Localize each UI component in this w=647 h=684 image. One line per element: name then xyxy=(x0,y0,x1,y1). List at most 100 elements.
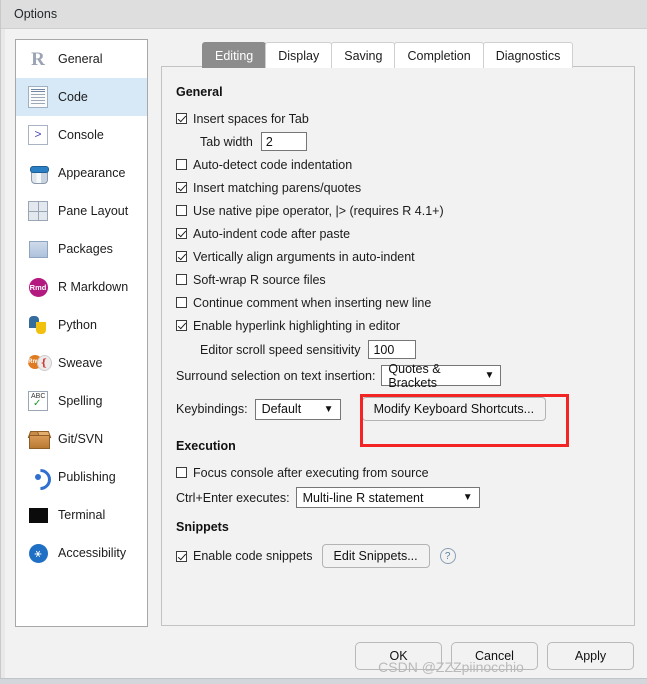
continue-comment-row[interactable]: Continue comment when inserting new line xyxy=(176,292,620,313)
soft-wrap-r-source-checkbox[interactable] xyxy=(176,274,187,285)
sidebar-item-label: Spelling xyxy=(58,394,103,408)
surround-selection-row[interactable]: Surround selection on text insertion: Qu… xyxy=(176,362,620,390)
sidebar-item-publishing[interactable]: Publishing xyxy=(16,458,147,496)
vertically-align-arguments-row[interactable]: Vertically align arguments in auto-inden… xyxy=(176,246,620,267)
keybindings-dropdown[interactable]: Default ▼ xyxy=(254,398,341,420)
enable-code-snippets-row[interactable]: Enable code snippets Edit Snippets... ? xyxy=(176,543,620,569)
git-box-icon xyxy=(27,428,51,450)
sidebar-item-git-svn[interactable]: Git/SVN xyxy=(16,420,147,458)
sidebar-item-label: Publishing xyxy=(58,470,116,484)
editor-scroll-speed-row[interactable]: Editor scroll speed sensitivity 100 xyxy=(176,339,620,360)
os-taskbar xyxy=(0,678,647,684)
sidebar-item-console[interactable]: > Console xyxy=(16,116,147,154)
sidebar-item-appearance[interactable]: Appearance xyxy=(16,154,147,192)
ctrl-enter-executes-label: Ctrl+Enter executes: xyxy=(176,490,290,505)
sidebar-item-packages[interactable]: Packages xyxy=(16,230,147,268)
sidebar-item-label: General xyxy=(58,52,103,66)
insert-spaces-for-tab-checkbox[interactable] xyxy=(176,113,187,124)
insert-matching-parens-checkbox[interactable] xyxy=(176,182,187,193)
dialog-title: Options xyxy=(14,7,58,21)
sidebar-item-label: R Markdown xyxy=(58,280,129,294)
cancel-button[interactable]: Cancel xyxy=(451,642,538,670)
sidebar-item-r-markdown[interactable]: Rmd R Markdown xyxy=(16,268,147,306)
tab-saving[interactable]: Saving xyxy=(331,42,396,68)
package-box-icon xyxy=(27,238,49,260)
chevron-down-icon: ▼ xyxy=(323,403,334,415)
auto-detect-indentation-checkbox[interactable] xyxy=(176,159,187,170)
general-section-heading: General xyxy=(176,85,223,99)
apply-button[interactable]: Apply xyxy=(547,642,634,670)
vertically-align-arguments-checkbox[interactable] xyxy=(176,251,187,262)
tab-width-input[interactable]: 2 xyxy=(260,132,307,151)
dialog-title-bar: Options xyxy=(1,0,647,29)
ok-button[interactable]: OK xyxy=(355,642,442,670)
sidebar-item-label: Console xyxy=(58,128,104,142)
sidebar-item-sweave[interactable]: Rnw ❴ Sweave xyxy=(16,344,147,382)
auto-indent-after-paste-checkbox[interactable] xyxy=(176,228,187,239)
sidebar-item-label: Packages xyxy=(58,242,113,256)
ctrl-enter-executes-dropdown[interactable]: Multi-line R statement ▼ xyxy=(295,487,480,508)
tab-width-row[interactable]: Tab width 2 xyxy=(176,131,620,152)
focus-console-checkbox[interactable] xyxy=(176,467,187,478)
focus-console-label: Focus console after executing from sourc… xyxy=(193,465,429,480)
sidebar-item-code[interactable]: Code xyxy=(16,78,147,116)
rmd-badge-icon: Rmd xyxy=(27,276,49,298)
accessibility-icon: ⚹ xyxy=(27,542,49,564)
modify-keyboard-shortcuts-button[interactable]: Modify Keyboard Shortcuts... xyxy=(361,397,547,421)
console-prompt-icon: > xyxy=(27,124,49,146)
keybindings-value: Default xyxy=(261,402,302,416)
editor-scroll-speed-input[interactable]: 100 xyxy=(368,340,417,359)
auto-indent-after-paste-label: Auto-indent code after paste xyxy=(193,226,351,241)
editing-options-panel: General Insert spaces for Tab Tab width … xyxy=(161,66,635,626)
sidebar-item-spelling[interactable]: ABC ✓ Spelling xyxy=(16,382,147,420)
tab-width-label: Tab width xyxy=(200,134,253,149)
enable-code-snippets-checkbox[interactable] xyxy=(176,550,187,562)
auto-detect-indentation-row[interactable]: Auto-detect code indentation xyxy=(176,154,620,175)
insert-matching-parens-label: Insert matching parens/quotes xyxy=(193,180,362,195)
insert-spaces-for-tab-row[interactable]: Insert spaces for Tab xyxy=(176,108,620,129)
continue-comment-checkbox[interactable] xyxy=(176,297,187,308)
tab-editing[interactable]: Editing xyxy=(202,42,267,68)
help-question-icon[interactable]: ? xyxy=(439,548,456,564)
tab-completion[interactable]: Completion xyxy=(394,42,484,68)
keybindings-row[interactable]: Keybindings: Default ▼ Modify Keyboard S… xyxy=(176,392,620,426)
tab-diagnostics[interactable]: Diagnostics xyxy=(482,42,574,68)
ctrl-enter-executes-row[interactable]: Ctrl+Enter executes: Multi-line R statem… xyxy=(176,487,620,508)
code-document-icon xyxy=(27,86,49,108)
enable-code-snippets-label: Enable code snippets xyxy=(193,549,313,563)
native-pipe-operator-checkbox[interactable] xyxy=(176,205,187,216)
snippets-section-heading: Snippets xyxy=(176,520,229,534)
ctrl-enter-executes-value: Multi-line R statement xyxy=(302,490,424,505)
sidebar-item-terminal[interactable]: Terminal xyxy=(16,496,147,534)
sidebar-item-pane-layout[interactable]: Pane Layout xyxy=(16,192,147,230)
edit-snippets-button[interactable]: Edit Snippets... xyxy=(321,544,430,568)
surround-selection-label: Surround selection on text insertion: xyxy=(176,368,376,383)
tab-display[interactable]: Display xyxy=(265,42,333,68)
enable-hyperlink-highlighting-row[interactable]: Enable hyperlink highlighting in editor xyxy=(176,315,620,336)
sidebar-item-python[interactable]: Python xyxy=(16,306,147,344)
enable-hyperlink-highlighting-checkbox[interactable] xyxy=(176,320,187,331)
auto-indent-after-paste-row[interactable]: Auto-indent code after paste xyxy=(176,223,620,244)
focus-console-row[interactable]: Focus console after executing from sourc… xyxy=(176,462,620,483)
sweave-pdf-icon: Rnw ❴ xyxy=(27,352,52,374)
enable-hyperlink-highlighting-label: Enable hyperlink highlighting in editor xyxy=(193,318,401,333)
options-dialog: Options R General Code > Console Appeara… xyxy=(0,0,647,678)
soft-wrap-r-source-label: Soft-wrap R source files xyxy=(193,272,326,287)
sidebar-item-general[interactable]: R General xyxy=(16,40,147,78)
soft-wrap-r-source-row[interactable]: Soft-wrap R source files xyxy=(176,269,620,290)
vertically-align-arguments-label: Vertically align arguments in auto-inden… xyxy=(193,249,415,264)
sidebar-item-accessibility[interactable]: ⚹ Accessibility xyxy=(16,534,147,572)
window-left-strip xyxy=(1,29,5,678)
options-sidebar[interactable]: R General Code > Console Appearance Pane… xyxy=(15,39,148,627)
sidebar-item-label: Terminal xyxy=(58,508,106,522)
sidebar-item-label: Sweave xyxy=(58,356,103,370)
sidebar-item-label: Appearance xyxy=(58,166,126,180)
insert-matching-parens-row[interactable]: Insert matching parens/quotes xyxy=(176,177,620,198)
options-tab-strip[interactable]: Editing Display Saving Completion Diagno… xyxy=(202,41,574,68)
chevron-down-icon: ▼ xyxy=(484,370,495,381)
surround-selection-dropdown[interactable]: Quotes & Brackets ▼ xyxy=(381,362,502,390)
editor-scroll-speed-label: Editor scroll speed sensitivity xyxy=(200,342,361,357)
keybindings-label: Keybindings: xyxy=(176,402,248,416)
native-pipe-operator-row[interactable]: Use native pipe operator, |> (requires R… xyxy=(176,200,620,221)
insert-spaces-for-tab-label: Insert spaces for Tab xyxy=(193,111,309,126)
